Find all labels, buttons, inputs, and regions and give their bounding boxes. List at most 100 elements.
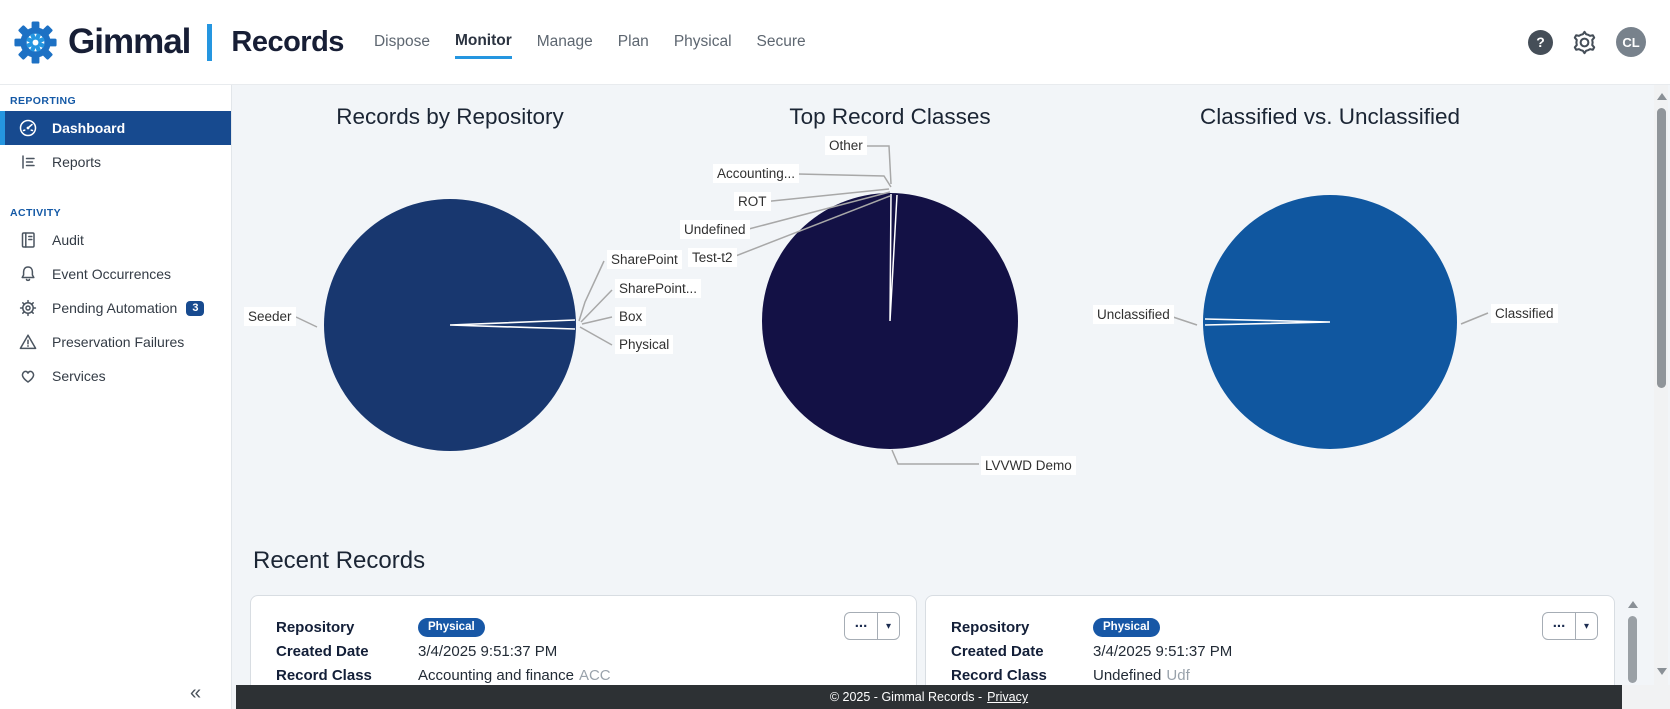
more-actions-button[interactable]: ... (1543, 613, 1576, 639)
avatar[interactable]: CL (1616, 27, 1646, 57)
sidebar-collapse-button[interactable]: « (190, 682, 201, 705)
field-row-repository: Repository Physical (276, 615, 916, 639)
nav-monitor[interactable]: Monitor (455, 26, 512, 59)
field-row-record-class: Record Class Accounting and finance ACC (276, 663, 916, 687)
field-label: Record Class (951, 667, 1093, 684)
more-actions-button[interactable]: ... (845, 613, 878, 639)
sidebar-item-event-occurrences[interactable]: Event Occurrences (0, 257, 231, 291)
pie1-label-physical: Physical (615, 335, 673, 354)
sidebar-section-reporting: REPORTING (10, 95, 231, 107)
pie1-label-sharepoint2: SharePoint... (615, 279, 701, 298)
sidebar-item-pending-automation[interactable]: Pending Automation 3 (0, 291, 231, 325)
card-action-split-button: ... ▾ (844, 612, 900, 640)
sidebar: REPORTING Dashboard Reports ACTIVITY (0, 85, 232, 709)
help-icon[interactable]: ? (1528, 30, 1553, 55)
copyright-text: © 2025 - Gimmal Records - (830, 690, 982, 704)
sidebar-item-audit[interactable]: Audit (0, 223, 231, 257)
recent-records-heading: Recent Records (253, 547, 425, 575)
record-class-code: ACC (579, 667, 611, 684)
created-date-value: 3/4/2025 9:51:37 PM (418, 643, 557, 660)
pie1-label-seeder: Seeder (244, 307, 296, 326)
chart-title-classified-vs-unclassified: Classified vs. Unclassified (1200, 104, 1460, 130)
pie-classified-vs-unclassified[interactable] (1203, 195, 1457, 449)
record-class-code: Udf (1166, 667, 1189, 684)
chart-title-records-by-repository: Records by Repository (336, 104, 564, 130)
bell-icon (18, 264, 38, 284)
chart-title-top-record-classes: Top Record Classes (789, 104, 990, 130)
pie2-label-test-t2: Test-t2 (688, 248, 737, 267)
recent-records-scroll-up-arrow[interactable] (1628, 601, 1638, 608)
sidebar-item-label: Event Occurrences (52, 266, 171, 282)
app-window: Gimmal Records Dispose Monitor Manage Pl… (0, 0, 1670, 709)
pie2-label-accounting: Accounting... (713, 164, 799, 183)
pie3-label-classified: Classified (1491, 304, 1558, 323)
pie1-label-box: Box (615, 307, 646, 326)
field-row-created-date: Created Date 3/4/2025 9:51:37 PM (276, 639, 916, 663)
sidebar-item-reports[interactable]: Reports (0, 145, 231, 179)
card-action-split-button: ... ▾ (1542, 612, 1598, 640)
nav-plan[interactable]: Plan (618, 27, 649, 57)
sidebar-item-label: Dashboard (52, 120, 125, 136)
main-nav: Dispose Monitor Manage Plan Physical Sec… (374, 0, 806, 85)
brand-divider (207, 24, 212, 61)
field-row-repository: Repository Physical (951, 615, 1614, 639)
field-label: Repository (276, 619, 418, 636)
page-scrollbar-thumb[interactable] (1657, 108, 1666, 388)
nav-physical[interactable]: Physical (674, 27, 732, 57)
pending-automation-badge: 3 (186, 301, 204, 316)
sidebar-item-label: Reports (52, 154, 101, 170)
page-scroll-down-arrow[interactable] (1657, 668, 1667, 675)
app-header: Gimmal Records Dispose Monitor Manage Pl… (0, 0, 1670, 85)
record-class-value: Undefined (1093, 667, 1161, 684)
reports-list-icon (18, 152, 38, 172)
field-label: Created Date (951, 643, 1093, 660)
created-date-value: 3/4/2025 9:51:37 PM (1093, 643, 1232, 660)
repository-badge: Physical (418, 618, 485, 637)
dashboard-gauge-icon (18, 118, 38, 138)
nav-manage[interactable]: Manage (537, 27, 593, 57)
field-label: Repository (951, 619, 1093, 636)
page-scroll-up-arrow[interactable] (1657, 93, 1667, 100)
privacy-link[interactable]: Privacy (987, 690, 1028, 704)
pie-records-by-repository[interactable] (324, 199, 576, 451)
footer-bar: © 2025 - Gimmal Records - Privacy (236, 685, 1622, 709)
card-rows: Repository Physical Created Date 3/4/202… (251, 596, 916, 687)
settings-gear-icon[interactable] (1570, 28, 1599, 57)
scrollbar-corner (1622, 685, 1670, 709)
field-row-record-class: Record Class Undefined Udf (951, 663, 1614, 687)
sidebar-item-label: Services (52, 368, 106, 384)
gimmal-gear-icon (12, 19, 59, 66)
pie2-label-other: Other (825, 136, 867, 155)
actions-dropdown-caret[interactable]: ▾ (1576, 613, 1597, 639)
pie3-label-unclassified: Unclassified (1093, 305, 1174, 324)
card-rows: Repository Physical Created Date 3/4/202… (926, 596, 1614, 687)
record-class-value: Accounting and finance (418, 667, 574, 684)
sidebar-item-preservation-failures[interactable]: Preservation Failures (0, 325, 231, 359)
pie2-label-rot: ROT (734, 192, 771, 211)
brand-name: Gimmal (68, 22, 190, 62)
pie1-label-sharepoint: SharePoint (607, 250, 682, 269)
warning-triangle-icon (18, 332, 38, 352)
sidebar-item-services[interactable]: Services (0, 359, 231, 393)
actions-dropdown-caret[interactable]: ▾ (878, 613, 899, 639)
nav-dispose[interactable]: Dispose (374, 27, 430, 57)
field-row-created-date: Created Date 3/4/2025 9:51:37 PM (951, 639, 1614, 663)
heart-icon (18, 366, 38, 386)
sidebar-item-label: Preservation Failures (52, 334, 184, 350)
sidebar-item-dashboard[interactable]: Dashboard (0, 111, 231, 145)
gear-icon (18, 298, 38, 318)
repository-badge: Physical (1093, 618, 1160, 637)
field-label: Created Date (276, 643, 418, 660)
product-name: Records (231, 26, 344, 59)
sidebar-item-label: Pending Automation (52, 300, 177, 316)
sidebar-section-activity: ACTIVITY (10, 207, 231, 219)
sidebar-item-label: Audit (52, 232, 84, 248)
audit-book-icon (18, 230, 38, 250)
gimmal-logo[interactable]: Gimmal Records (12, 19, 344, 66)
header-icons: ? CL (1528, 27, 1646, 57)
recent-records-scrollbar-thumb[interactable] (1628, 616, 1637, 683)
field-label: Record Class (276, 667, 418, 684)
nav-secure[interactable]: Secure (757, 27, 806, 57)
pie2-label-lvvwd-demo: LVVWD Demo (981, 456, 1076, 475)
pie2-label-undefined: Undefined (680, 220, 750, 239)
